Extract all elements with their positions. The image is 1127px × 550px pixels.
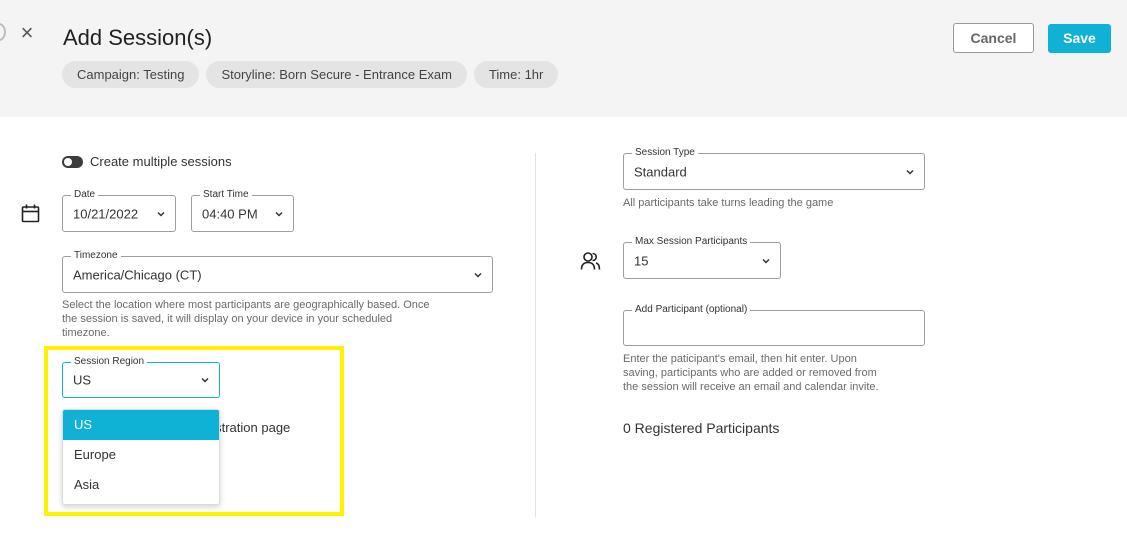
add-participant-help-line: saving, participants who are added or re… (623, 367, 877, 379)
multiple-sessions-label: Create multiple sessions (90, 154, 232, 169)
chevron-down-icon (906, 169, 914, 175)
session-type-label: Session Type (632, 147, 698, 159)
timezone-help: Select the location where most participa… (62, 298, 430, 340)
max-participants-select[interactable]: Max Session Participants 15 (623, 236, 781, 279)
session-type-select[interactable]: Session Type Standard (623, 147, 925, 190)
edge-circle-icon (0, 23, 6, 41)
session-region-value: US (73, 372, 92, 388)
add-participant-help-line: the session will receive an email and ca… (623, 381, 879, 393)
chevron-down-icon (201, 377, 209, 383)
column-divider (535, 153, 536, 517)
timezone-value: America/Chicago (CT) (73, 267, 202, 282)
save-button[interactable]: Save (1048, 24, 1111, 53)
session-region-dropdown: US Europe Asia (62, 409, 220, 505)
chevron-down-icon (474, 272, 482, 278)
registered-participants-count: 0 Registered Participants (623, 420, 780, 436)
start-time-field[interactable]: Start Time 04:40 PM (191, 189, 294, 232)
cancel-button[interactable]: Cancel (953, 23, 1034, 53)
close-icon[interactable]: × (17, 22, 37, 44)
session-type-value: Standard (634, 164, 687, 179)
chevron-down-icon (762, 258, 770, 264)
add-participant-label: Add Participant (optional) (632, 304, 751, 316)
calendar-icon (21, 204, 40, 223)
add-participant-help-line: Enter the paticipant's email, then hit e… (623, 353, 857, 365)
time-chip: Time: 1hr (473, 61, 559, 88)
chevron-down-icon (157, 211, 165, 217)
region-option-us[interactable]: US (63, 410, 219, 440)
start-time-label: Start Time (200, 189, 252, 201)
timezone-help-line: timezone. (62, 327, 110, 339)
region-option-europe[interactable]: Europe (63, 440, 219, 470)
page-title: Add Session(s) (63, 25, 213, 50)
header-bar: × Add Session(s) Campaign: Testing Story… (0, 0, 1127, 117)
timezone-label: Timezone (71, 250, 121, 262)
add-participant-help: Enter the paticipant's email, then hit e… (623, 352, 879, 394)
session-region-select[interactable]: Session Region US (62, 356, 220, 398)
date-value: 10/21/2022 (73, 206, 139, 221)
session-chips: Campaign: Testing Storyline: Born Secure… (62, 61, 559, 88)
start-time-value: 04:40 PM (202, 206, 258, 221)
toggle-knob (64, 158, 72, 166)
participants-icon (580, 252, 601, 270)
max-participants-label: Max Session Participants (632, 236, 751, 248)
session-region-label: Session Region (71, 356, 148, 368)
campaign-chip: Campaign: Testing (62, 61, 200, 88)
max-participants-value: 15 (634, 253, 649, 268)
date-label: Date (71, 189, 99, 201)
chevron-down-icon (275, 211, 283, 217)
storyline-chip: Storyline: Born Secure - Entrance Exam (206, 61, 467, 88)
timezone-help-line: Select the location where most participa… (62, 299, 430, 311)
timezone-help-line: the session is saved, it will display on… (62, 313, 393, 325)
date-field[interactable]: Date 10/21/2022 (62, 189, 176, 232)
add-participant-input[interactable]: Add Participant (optional) (623, 304, 925, 346)
region-option-asia[interactable]: Asia (63, 470, 219, 500)
multiple-sessions-toggle[interactable] (62, 156, 83, 168)
timezone-select[interactable]: Timezone America/Chicago (CT) (62, 250, 493, 293)
session-type-help: All participants take turns leading the … (623, 197, 834, 209)
